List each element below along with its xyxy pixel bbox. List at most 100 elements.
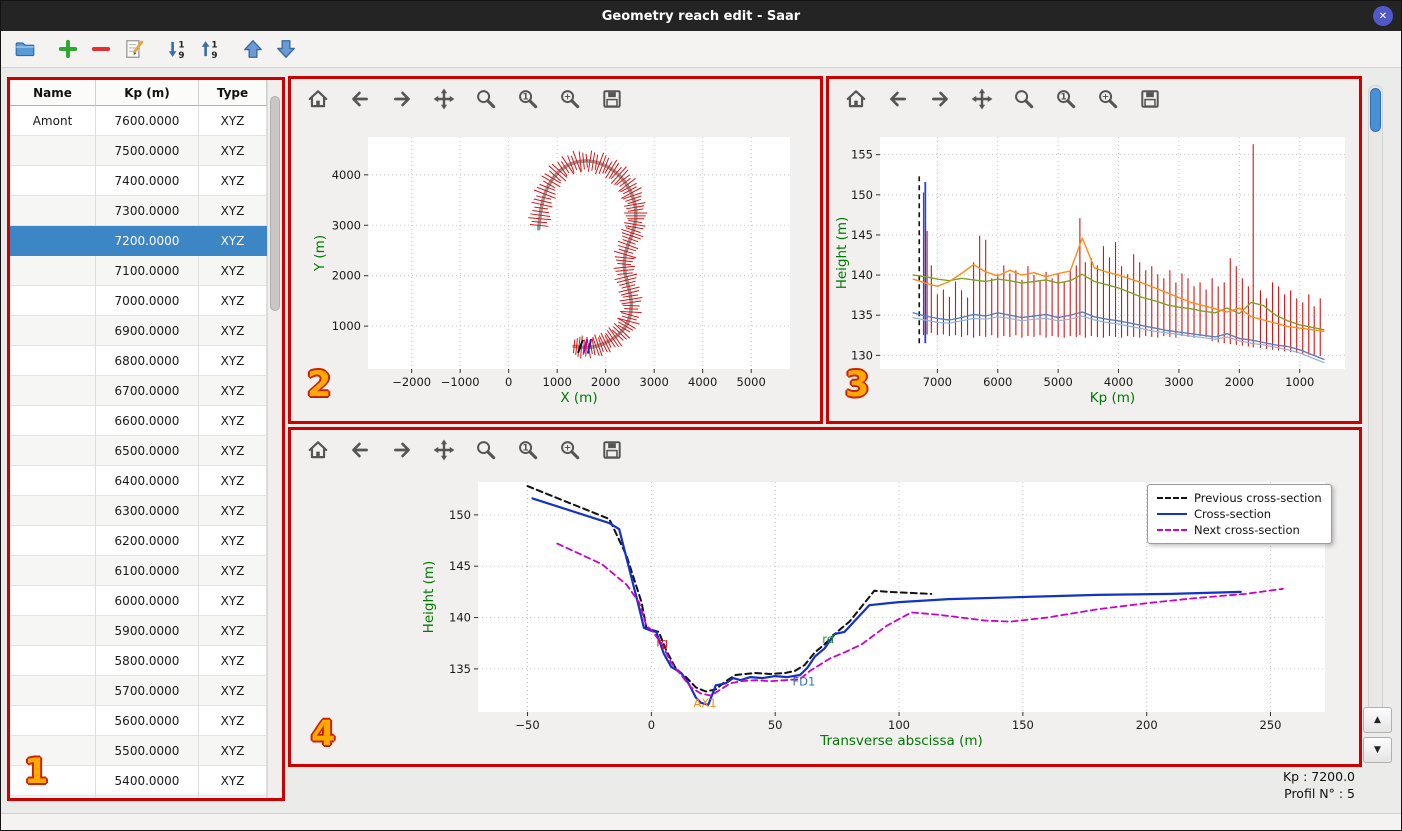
table-row[interactable]: 5500.0000 XYZ [10, 736, 267, 766]
remove-button[interactable] [87, 36, 114, 63]
plan-plot-canvas[interactable]: −2000 −1000 0 1000 2000 3000 4000 5000 1000 2000 3… [291, 119, 820, 421]
sort-ascending-button[interactable]: 19 [196, 36, 223, 63]
table-scrollbar[interactable] [267, 80, 282, 798]
table-row[interactable]: 7000.0000 XYZ [10, 286, 267, 316]
up-triangle-icon: ▲ [1374, 715, 1381, 725]
table-row[interactable]: 6900.0000 XYZ [10, 316, 267, 346]
zoom-plus-icon: + [561, 441, 580, 460]
svg-text:140: 140 [449, 611, 471, 625]
svg-text:9: 9 [178, 51, 184, 60]
back-button[interactable] [347, 86, 373, 112]
open-button[interactable] [11, 36, 38, 63]
move-up-button[interactable] [239, 36, 266, 63]
table-row[interactable]: 6500.0000 XYZ [10, 436, 267, 466]
forward-button[interactable] [927, 86, 953, 112]
table-row[interactable]: 7400.0000 XYZ [10, 166, 267, 196]
home-button[interactable] [305, 86, 331, 112]
table-row[interactable]: 6000.0000 XYZ [10, 586, 267, 616]
pan-icon [433, 439, 455, 461]
table-row[interactable]: 5700.0000 XYZ [10, 676, 267, 706]
home-button[interactable] [843, 86, 869, 112]
profile-plot-toolbar: 1 + [829, 79, 1359, 119]
forward-button[interactable] [389, 437, 415, 463]
title-bar: Geometry reach edit - Saar ✕ [1, 1, 1401, 31]
zoom-one-button[interactable]: 1 [515, 437, 541, 463]
column-header-name[interactable]: Name [10, 80, 96, 106]
svg-text:145: 145 [449, 559, 471, 573]
svg-text:1000: 1000 [1285, 375, 1314, 389]
svg-text:X (m): X (m) [560, 390, 597, 406]
close-button[interactable]: ✕ [1373, 6, 1393, 26]
save-button[interactable] [599, 86, 625, 112]
column-header-type[interactable]: Type [199, 80, 267, 106]
forward-button[interactable] [389, 86, 415, 112]
svg-text:5000: 5000 [1044, 375, 1073, 389]
table-row[interactable]: 7500.0000 XYZ [10, 136, 267, 166]
pan-button[interactable] [431, 86, 457, 112]
table-row[interactable]: 6700.0000 XYZ [10, 376, 267, 406]
svg-text:3000: 3000 [640, 375, 669, 389]
back-button[interactable] [885, 86, 911, 112]
profile-up-button[interactable]: ▲ [1363, 707, 1392, 733]
long-profile-panel: 1 + 7000 6000 5000 4000 3000 2000 1000 130 135 140… [826, 76, 1362, 424]
legend-entry: Next cross-section [1157, 522, 1322, 538]
sort-ascending-icon: 19 [201, 40, 217, 60]
vertical-slider[interactable] [1368, 85, 1383, 713]
slider-thumb[interactable] [1370, 88, 1381, 132]
table-row[interactable]: 5900.0000 XYZ [10, 616, 267, 646]
profile-plot[interactable]: 7000 6000 5000 4000 3000 2000 1000 130 135 140 145… [829, 119, 1359, 421]
profile-plot-canvas[interactable]: 7000 6000 5000 4000 3000 2000 1000 130 135 140 145… [829, 119, 1359, 421]
table-row[interactable]: 5400.0000 XYZ [10, 766, 267, 796]
table-row[interactable]: 5300.0000XYZ [10, 796, 267, 798]
zoom-button[interactable] [473, 86, 499, 112]
edit-icon [125, 40, 143, 58]
zoom-plus-button[interactable]: + [557, 437, 583, 463]
table-row[interactable]: 6200.0000 XYZ [10, 526, 267, 556]
back-icon [890, 91, 906, 107]
profile-down-button[interactable]: ▼ [1363, 737, 1392, 763]
svg-text:−1000: −1000 [441, 375, 480, 389]
move-down-button[interactable] [272, 36, 299, 63]
plan-plot[interactable]: −2000 −1000 0 1000 2000 3000 4000 5000 1000 2000 3… [291, 119, 820, 421]
edit-button[interactable] [120, 36, 147, 63]
table-row[interactable]: 6100.0000 XYZ [10, 556, 267, 586]
back-button[interactable] [347, 437, 373, 463]
zoom-button[interactable] [473, 437, 499, 463]
table-row[interactable]: 7200.0000 XYZ [10, 226, 267, 256]
save-button[interactable] [1137, 86, 1163, 112]
cross-sections-table-panel: Name Kp (m) Type Amont 7600.0000 XYZ 7500.0000… [7, 77, 285, 801]
zoom-one-button[interactable]: 1 [1053, 86, 1079, 112]
svg-text:1: 1 [523, 93, 529, 103]
svg-text:+: + [564, 93, 571, 103]
pan-button[interactable] [969, 86, 995, 112]
table-row[interactable]: 7300.0000 XYZ [10, 196, 267, 226]
table-row[interactable]: 5600.0000 XYZ [10, 706, 267, 736]
table-row[interactable]: 7100.0000 XYZ [10, 256, 267, 286]
table-row[interactable]: 6800.0000 XYZ [10, 346, 267, 376]
svg-text:Height (m): Height (m) [421, 561, 437, 634]
home-button[interactable] [305, 437, 331, 463]
save-button[interactable] [599, 437, 625, 463]
table-row[interactable]: Amont 7600.0000 XYZ [10, 106, 267, 136]
svg-text:7000: 7000 [923, 375, 952, 389]
pan-button[interactable] [431, 437, 457, 463]
svg-text:−50: −50 [515, 718, 539, 732]
forward-icon [394, 442, 410, 458]
zoom-button[interactable] [1011, 86, 1037, 112]
table-row[interactable]: 6300.0000 XYZ [10, 496, 267, 526]
table-row[interactable]: 5800.0000 XYZ [10, 646, 267, 676]
table-scrollbar-thumb[interactable] [270, 96, 280, 311]
sort-descending-button[interactable]: 19 [163, 36, 190, 63]
plus-icon [58, 39, 77, 59]
table-row[interactable]: 6600.0000 XYZ [10, 406, 267, 436]
legend-line-sample [1157, 513, 1187, 515]
zoom-plus-button[interactable]: + [1095, 86, 1121, 112]
add-button[interactable] [54, 36, 81, 63]
table-row[interactable]: 6400.0000 XYZ [10, 466, 267, 496]
back-icon [352, 91, 368, 107]
zoom-plus-button[interactable]: + [557, 86, 583, 112]
zoom-plus-icon: + [1099, 90, 1118, 109]
status-bar [1, 813, 1401, 830]
zoom-one-button[interactable]: 1 [515, 86, 541, 112]
column-header-kp-m[interactable]: Kp (m) [96, 80, 199, 106]
